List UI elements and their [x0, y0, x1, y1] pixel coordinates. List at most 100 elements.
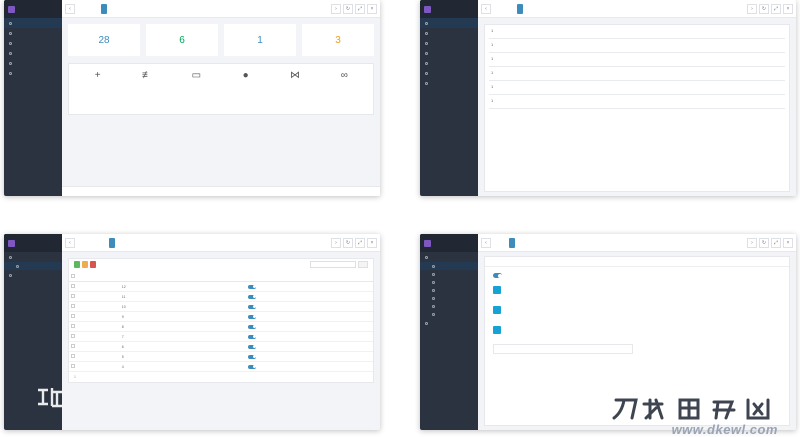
row-actions[interactable] — [347, 311, 373, 322]
sidebar-item[interactable] — [420, 318, 478, 328]
table-row[interactable]: 8 — [69, 321, 373, 332]
row-actions[interactable] — [347, 361, 373, 372]
row-actions[interactable] — [347, 351, 373, 362]
tab[interactable] — [109, 4, 115, 14]
sidebar-item[interactable] — [420, 252, 478, 262]
upload-button[interactable] — [493, 286, 501, 294]
forward-icon[interactable]: › — [747, 237, 757, 248]
tab[interactable] — [501, 238, 507, 248]
tab-active[interactable] — [517, 3, 523, 14]
toggle-switch[interactable] — [493, 273, 502, 278]
checkbox[interactable] — [71, 304, 75, 308]
tab[interactable] — [493, 4, 499, 14]
tab[interactable] — [517, 238, 523, 248]
upload-button[interactable] — [493, 306, 501, 314]
field-value[interactable]: 1 — [489, 56, 785, 61]
tab[interactable] — [117, 4, 123, 14]
table-row[interactable]: 10 — [69, 301, 373, 312]
refresh-icon[interactable]: ↻ — [759, 237, 769, 248]
status-toggle[interactable] — [248, 334, 257, 339]
fullscreen-icon[interactable]: ⤢ — [771, 237, 781, 248]
status-toggle[interactable] — [248, 314, 257, 319]
edit-button[interactable] — [82, 261, 88, 268]
quick-action[interactable]: ⋈ — [289, 70, 301, 82]
sidebar-item[interactable] — [420, 78, 478, 88]
checkbox[interactable] — [71, 324, 75, 328]
search-input[interactable] — [310, 261, 356, 268]
back-icon[interactable]: ‹ — [65, 237, 75, 248]
forward-icon[interactable]: › — [331, 3, 341, 14]
select-all-checkbox-cell[interactable] — [69, 272, 120, 282]
back-icon[interactable]: ‹ — [65, 3, 75, 14]
quick-action[interactable]: + — [92, 70, 104, 82]
field-value[interactable]: 1 — [489, 70, 785, 75]
sidebar-item[interactable] — [420, 28, 478, 38]
sidebar-subitem[interactable] — [420, 286, 478, 294]
sidebar-subitem[interactable] — [420, 302, 478, 310]
sidebar-item[interactable] — [4, 252, 62, 262]
checkbox[interactable] — [71, 354, 75, 358]
tab[interactable] — [533, 238, 539, 248]
pagination-page[interactable]: 1 — [74, 375, 76, 379]
checkbox-cell[interactable] — [69, 281, 120, 292]
checkbox[interactable] — [71, 284, 75, 288]
forward-icon[interactable]: › — [747, 3, 757, 14]
row-actions[interactable] — [347, 321, 373, 332]
sidebar-subitem[interactable] — [420, 270, 478, 278]
tab[interactable] — [509, 4, 515, 14]
sidebar-item[interactable] — [420, 48, 478, 58]
sidebar-item[interactable] — [4, 270, 62, 280]
back-icon[interactable]: ‹ — [481, 3, 491, 14]
sidebar-item[interactable] — [4, 38, 62, 48]
search-button[interactable] — [358, 261, 368, 268]
sidebar-subitem-active[interactable] — [420, 262, 478, 270]
status-toggle[interactable] — [248, 344, 257, 349]
sidebar-item[interactable] — [4, 48, 62, 58]
tab[interactable] — [525, 238, 531, 248]
fullscreen-icon[interactable]: ⤢ — [355, 237, 365, 248]
tab[interactable] — [541, 238, 547, 248]
field-value[interactable]: 1 — [489, 28, 785, 33]
fullscreen-icon[interactable]: ⤢ — [771, 3, 781, 14]
checkbox-cell[interactable] — [69, 301, 120, 312]
tab[interactable] — [85, 238, 91, 248]
checkbox[interactable] — [71, 334, 75, 338]
sidebar-item-active[interactable] — [4, 18, 62, 28]
quick-action[interactable]: ≢ — [141, 70, 153, 82]
upload-button[interactable] — [493, 326, 501, 334]
sidebar-subitem-active[interactable] — [4, 262, 62, 270]
sidebar-subitem[interactable] — [420, 294, 478, 302]
field-value[interactable]: 1 — [489, 42, 785, 47]
table-row[interactable]: 9 — [69, 311, 373, 322]
tab[interactable] — [125, 238, 131, 248]
tab[interactable] — [93, 238, 99, 248]
checkbox-cell[interactable] — [69, 311, 120, 322]
checkbox-cell[interactable] — [69, 361, 120, 372]
checkbox-cell[interactable] — [69, 321, 120, 332]
tab[interactable] — [77, 4, 83, 14]
checkbox[interactable] — [71, 314, 75, 318]
tab[interactable] — [101, 238, 107, 248]
status-toggle[interactable] — [248, 304, 257, 309]
forward-icon[interactable]: › — [331, 237, 341, 248]
sidebar-subitem[interactable] — [420, 278, 478, 286]
checkbox-cell[interactable] — [69, 341, 120, 352]
tab[interactable] — [117, 238, 123, 248]
close-icon[interactable]: × — [783, 3, 793, 14]
sidebar-item[interactable] — [420, 68, 478, 78]
quick-action[interactable]: ▭ — [190, 70, 202, 82]
checkbox[interactable] — [71, 364, 75, 368]
table-row[interactable]: 5 — [69, 351, 373, 362]
status-toggle[interactable] — [248, 354, 257, 359]
tab[interactable] — [85, 4, 91, 14]
field-value[interactable]: 1 — [489, 84, 785, 89]
checkbox-cell[interactable] — [69, 291, 120, 302]
status-toggle[interactable] — [248, 364, 257, 369]
sidebar-item[interactable] — [4, 28, 62, 38]
field-value[interactable]: 1 — [489, 98, 785, 103]
tab[interactable] — [525, 4, 531, 14]
table-row[interactable]: 6 — [69, 341, 373, 352]
status-toggle[interactable] — [248, 294, 257, 299]
sidebar-item[interactable] — [4, 58, 62, 68]
table-row[interactable]: 11 — [69, 291, 373, 302]
